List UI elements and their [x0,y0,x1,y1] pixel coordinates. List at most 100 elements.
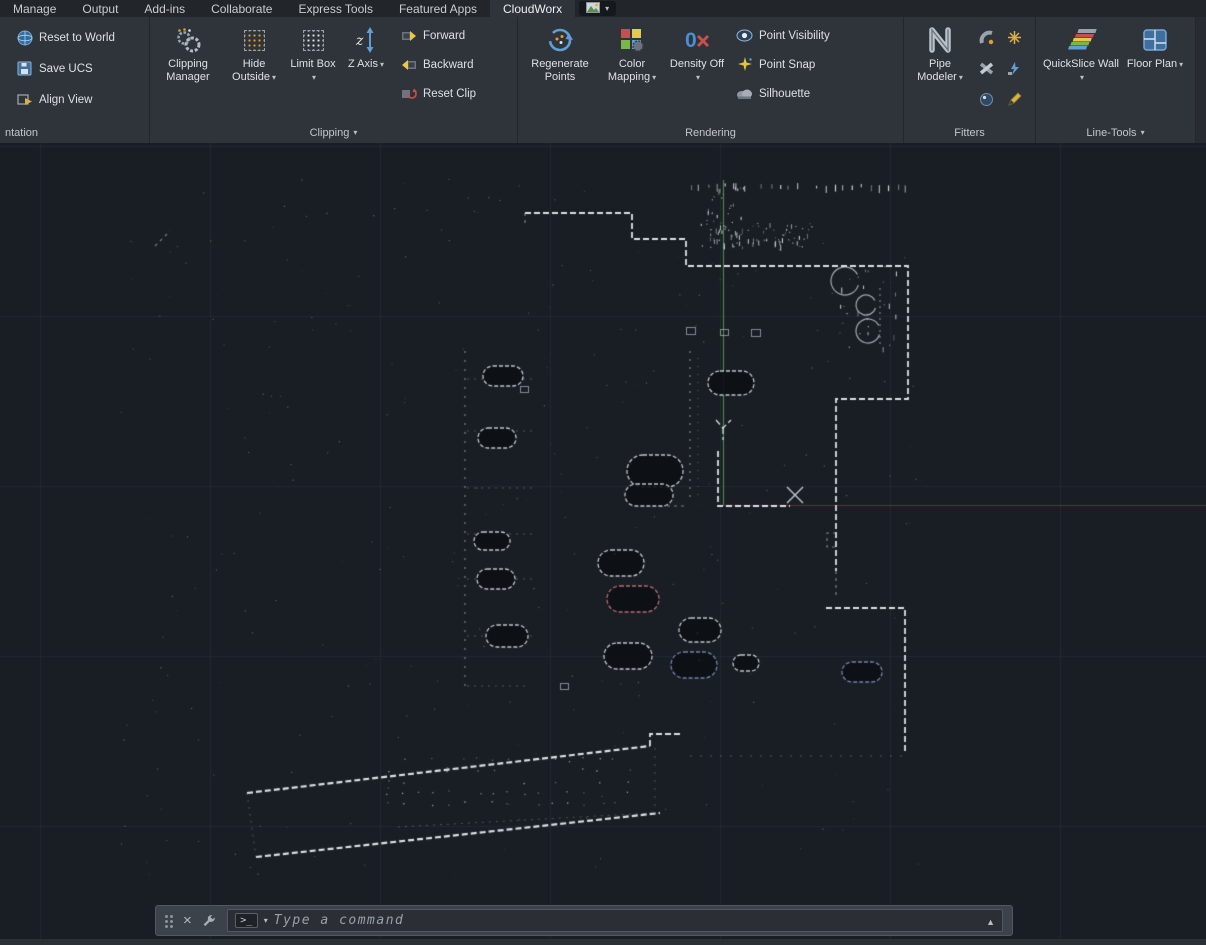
panel-label-text: Rendering [685,127,736,139]
panel-fitters: Pipe Modeler Fitters [904,17,1036,143]
button-label: Density Off [670,58,724,70]
tab-label: Manage [13,2,56,16]
button-label: Backward [423,59,474,71]
caret-down-icon [353,129,357,137]
tab-output[interactable]: Output [69,0,131,17]
panel-label-orientation[interactable]: ntation [0,123,149,143]
ribbon: Reset to World Save UCS Align View ntati… [0,17,1206,143]
floor-plan-button[interactable]: Floor Plan [1125,19,1185,123]
z-axis-button[interactable]: z Z Axis [343,19,389,123]
dotted-box-orange-icon [244,22,265,58]
caret-down-icon [652,74,656,82]
panel-clipping: Clipping Manager Hide Outside Limit Box … [150,17,518,143]
caret-down-icon [380,61,384,69]
button-label: Color Mapping [608,58,650,83]
tab-label: CloudWorx [503,2,562,16]
button-label: Forward [423,30,465,42]
button-label: Save UCS [39,63,93,75]
drag-grip-icon[interactable] [165,914,174,928]
tab-label: Express Tools [298,2,372,16]
point-visibility-button[interactable]: Point Visibility [736,27,830,44]
caret-down-icon [1080,74,1084,82]
quickslice-wall-button[interactable]: QuickSlice Wall [1043,19,1119,123]
crossed-pipes-icon[interactable] [979,61,994,76]
z-axis-icon: z [354,22,378,58]
button-label: Z Axis [348,58,378,70]
sparkle-icon[interactable] [1007,30,1022,45]
ribbon-options-button[interactable] [579,1,616,16]
command-bar[interactable] [155,905,1013,936]
regenerate-points-button[interactable]: Regenerate Points [525,19,595,123]
forward-button[interactable]: Forward [400,27,476,44]
limit-box-button[interactable]: Limit Box [289,19,337,123]
button-label: QuickSlice Wall [1043,58,1119,70]
panel-label-text: Fitters [954,127,985,139]
caret-down-icon [1141,129,1145,137]
button-label: Regenerate Points [531,58,589,83]
panel-label-text: Clipping [310,127,350,139]
fitters-tool-grid [972,19,1028,123]
image-icon [586,2,600,16]
viewport[interactable] [0,143,1206,945]
elbow-fitting-icon[interactable] [979,30,994,45]
wrench-icon[interactable] [201,912,218,929]
command-input-box[interactable] [227,909,1003,932]
backward-button[interactable]: Backward [400,56,476,73]
silhouette-button[interactable]: Silhouette [736,85,830,102]
close-icon[interactable] [183,913,192,928]
dotted-box-icon [303,22,324,58]
button-label: Reset Clip [423,88,476,100]
align-view-button[interactable]: Align View [16,91,115,108]
caret-down-icon [1179,61,1183,69]
caret-down-icon [272,74,276,82]
tab-manage[interactable]: Manage [0,0,69,17]
floppy-icon [16,60,33,77]
tab-collaborate[interactable]: Collaborate [198,0,285,17]
clipping-manager-button[interactable]: Clipping Manager [157,19,219,123]
button-label: Align View [39,94,93,106]
point-cloud-canvas[interactable] [0,143,1206,945]
bolt-icon[interactable] [1007,61,1022,76]
panel-label-line-tools[interactable]: Line-Tools [1036,123,1195,143]
color-mapping-button[interactable]: Color Mapping [601,19,663,123]
color-swatches-icon [619,22,645,58]
panel-label-clipping[interactable]: Clipping [150,123,517,143]
pencil-icon[interactable] [1007,92,1022,107]
button-label: Floor Plan [1127,58,1177,70]
density-off-button[interactable]: 0 Density Off [669,19,725,123]
tab-label: Add-ins [144,2,185,16]
floor-plan-icon [1141,22,1169,58]
ribbon-empty-area [1196,17,1206,143]
button-label: Hide Outside [232,58,270,83]
panel-label-fitters[interactable]: Fitters [904,123,1035,143]
save-ucs-button[interactable]: Save UCS [16,60,115,77]
panel-line-tools: QuickSlice Wall Floor Plan Line-Tools [1036,17,1196,143]
caret-down-icon[interactable] [264,917,268,925]
tab-express-tools[interactable]: Express Tools [285,0,385,17]
tab-featured-apps[interactable]: Featured Apps [386,0,490,17]
pipe-icon [925,22,955,58]
hide-outside-button[interactable]: Hide Outside [225,19,283,123]
point-snap-button[interactable]: Point Snap [736,56,830,73]
ribbon-tab-bar: Manage Output Add-ins Collaborate Expres… [0,0,1206,17]
refresh-points-icon [545,22,575,58]
svg-text:z: z [355,33,364,49]
panel-label-rendering[interactable]: Rendering [518,123,903,143]
panel-rendering: Regenerate Points Color Mapping 0 Densit… [518,17,904,143]
tab-cloudworx[interactable]: CloudWorx [490,0,575,17]
tab-label: Featured Apps [399,2,477,16]
button-label: Pipe Modeler [917,58,957,83]
point-snap-icon [736,56,753,73]
forward-icon [400,27,417,44]
reset-clip-button[interactable]: Reset Clip [400,85,476,102]
reset-to-world-button[interactable]: Reset to World [16,29,115,46]
command-input[interactable] [274,913,980,928]
point-visibility-icon [736,27,753,44]
reset-clip-icon [400,85,417,102]
sphere-icon[interactable] [979,92,994,107]
tab-add-ins[interactable]: Add-ins [131,0,198,17]
backward-icon [400,56,417,73]
caret-up-icon[interactable] [986,912,995,930]
pipe-modeler-button[interactable]: Pipe Modeler [911,19,969,123]
application-window: Manage Output Add-ins Collaborate Expres… [0,0,1206,945]
